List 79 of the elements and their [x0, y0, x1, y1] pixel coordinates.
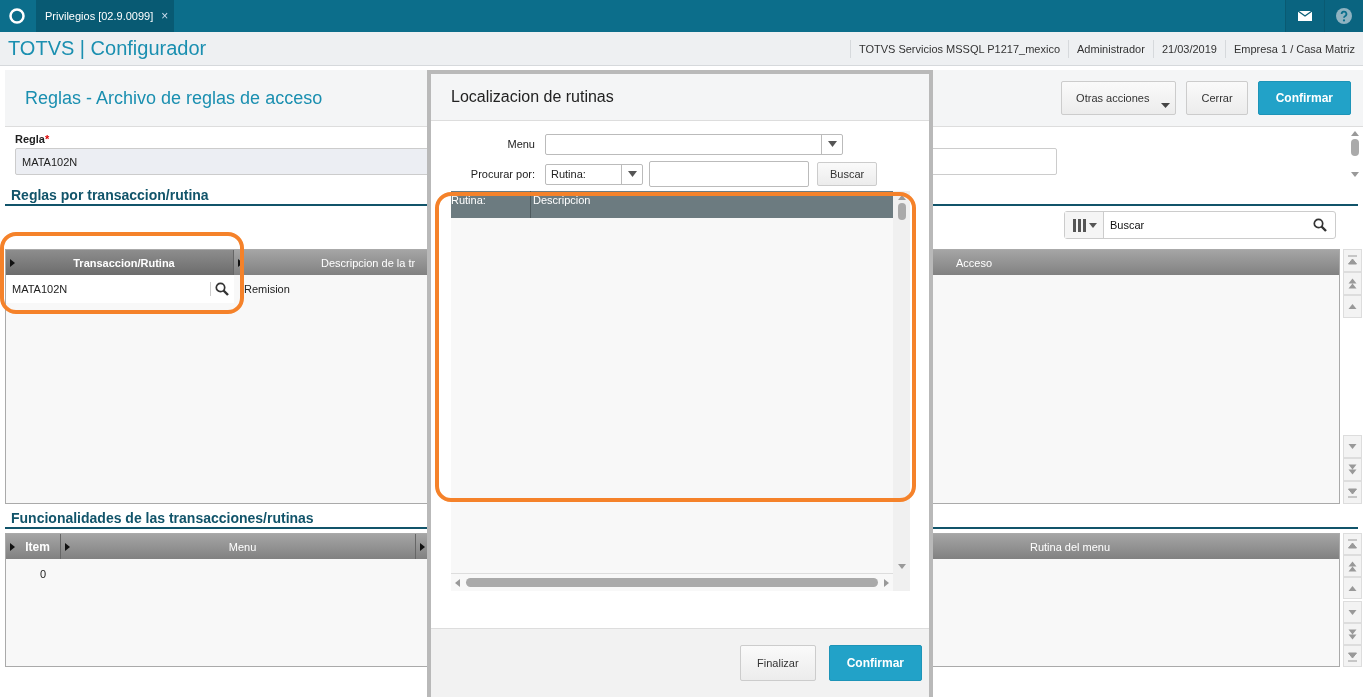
arrow-up-icon[interactable] [1350, 131, 1359, 136]
caret-icon[interactable] [1088, 222, 1097, 228]
column-arrow-icon[interactable] [65, 542, 70, 551]
close-icon[interactable]: × [161, 9, 169, 23]
arrow-down-icon[interactable] [1348, 650, 1357, 662]
search-button[interactable]: Buscar [817, 162, 878, 186]
column-arrow-icon[interactable] [238, 258, 243, 267]
dialog-title: Localizacion de rutinas [451, 88, 614, 106]
search-icon[interactable] [1313, 218, 1327, 232]
arrow-up-icon[interactable] [1348, 560, 1357, 572]
help-icon[interactable] [1324, 0, 1363, 32]
field-label: Regla* [15, 133, 50, 145]
scroll-step-button[interactable] [1343, 435, 1362, 458]
column-header[interactable]: Rutina del menu [1030, 540, 1111, 553]
arrow-up-icon[interactable] [1348, 255, 1357, 266]
arrow-down-icon[interactable] [1348, 441, 1357, 452]
caret-icon[interactable] [827, 141, 837, 147]
app-tab[interactable]: Privilegios [02.9.0099] × [36, 0, 175, 32]
finish-button[interactable]: Finalizar [740, 645, 816, 681]
scroll-end-button[interactable] [1343, 645, 1362, 667]
column-picker-button[interactable] [1065, 212, 1104, 238]
scroll-page-button[interactable] [1343, 623, 1362, 645]
scroll-step-button[interactable] [1343, 577, 1362, 599]
search-by-select[interactable]: Rutina: [545, 163, 643, 185]
mail-icon[interactable] [1285, 0, 1324, 32]
column-arrow-icon[interactable] [10, 542, 15, 551]
scroll-end-button[interactable] [1343, 533, 1362, 555]
column-header[interactable]: Item [15, 539, 60, 554]
table-cell-text: MATA102N [11, 283, 68, 295]
arrow-down-icon[interactable] [1348, 628, 1357, 640]
arrow-up-icon[interactable] [1348, 538, 1357, 550]
search-icon[interactable] [210, 282, 229, 296]
arrow-down-icon[interactable] [1348, 487, 1357, 498]
column-header[interactable]: Menu [70, 540, 415, 553]
column-arrow-icon[interactable] [10, 258, 15, 267]
scroll-page-button[interactable] [1343, 458, 1362, 481]
confirm-button[interactable]: Confirmar [828, 645, 922, 681]
confirm-button[interactable]: Confirmar [1257, 81, 1351, 115]
arrow-up-icon[interactable] [897, 195, 906, 200]
field-label: Procurar por: [469, 168, 535, 180]
arrow-up-icon[interactable] [1348, 278, 1357, 289]
arrow-down-icon[interactable] [1350, 172, 1359, 177]
scroll-step-button[interactable] [1343, 601, 1362, 623]
section-title: Reglas por transaccion/rutina [11, 186, 209, 204]
page-title: Reglas - Archivo de reglas de acceso [25, 87, 323, 109]
scroll-end-button[interactable] [1343, 249, 1362, 272]
column-header[interactable]: Acceso [956, 256, 993, 269]
scroll-thumb[interactable] [1350, 139, 1359, 156]
scroll-step-button[interactable] [1343, 295, 1362, 318]
columns-icon[interactable] [1071, 218, 1086, 232]
scroll-end-button[interactable] [1343, 481, 1362, 504]
caret-icon[interactable] [627, 171, 637, 177]
column-header[interactable]: Descripcion [531, 191, 591, 218]
column-arrow-icon[interactable] [420, 542, 425, 551]
logo-icon [9, 8, 25, 24]
arrow-down-icon[interactable] [897, 564, 906, 569]
search-field[interactable] [649, 161, 809, 187]
table-cell-text: 0 [38, 568, 46, 580]
arrow-down-icon[interactable] [1348, 464, 1357, 475]
app-title: TOTVS | Configurador [8, 37, 207, 60]
close-button[interactable]: Cerrar [1186, 81, 1248, 115]
column-header[interactable]: Descripcion de la tr [321, 256, 416, 269]
more-actions-button[interactable]: Otras acciones [1061, 81, 1177, 115]
arrow-left-icon[interactable] [455, 578, 460, 587]
session-info: TOTVS Servicios MSSQL P1217_mexico [849, 39, 1069, 58]
section-title: Funcionalidades de las transacciones/rutinas [11, 509, 314, 527]
caret-icon[interactable] [1161, 103, 1171, 108]
scroll-page-button[interactable] [1343, 272, 1362, 295]
scroll-thumb[interactable] [897, 203, 906, 220]
scroll-page-button[interactable] [1343, 555, 1362, 577]
table-cell-text: Remision [243, 283, 290, 295]
session-info: Empresa 1 / Casa Matriz [1224, 39, 1363, 58]
session-info: Administrador [1068, 39, 1153, 58]
field-label: Menu [506, 138, 535, 150]
search-field[interactable]: Buscar [1064, 211, 1336, 239]
column-header[interactable]: Rutina: [451, 191, 531, 218]
session-info: 21/03/2019 [1152, 39, 1225, 58]
arrow-up-icon[interactable] [1348, 301, 1357, 312]
arrow-right-icon[interactable] [884, 578, 889, 587]
